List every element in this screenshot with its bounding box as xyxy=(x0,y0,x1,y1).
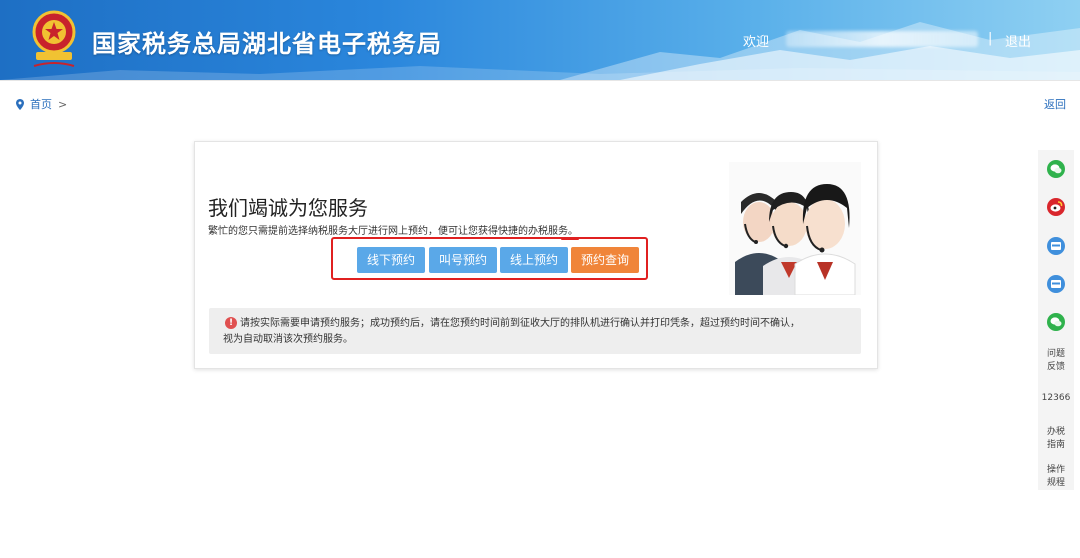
tax-emblem-logo xyxy=(32,10,76,67)
right-toolbar: 问题反馈 12366 办税指南 操作规程 xyxy=(1038,150,1074,490)
breadcrumb-home[interactable]: 首页 xyxy=(30,96,52,112)
customer-service-photo xyxy=(729,162,861,295)
app-icon[interactable] xyxy=(1047,237,1065,255)
app-icon-2[interactable] xyxy=(1047,275,1065,293)
offline-booking-button[interactable]: 线下预约 xyxy=(357,247,425,273)
site-title: 国家税务总局湖北省电子税务局 xyxy=(92,30,442,58)
card-title: 我们竭诚为您服务 xyxy=(208,196,368,220)
info-icon: ! xyxy=(225,317,237,329)
location-pin-icon xyxy=(16,98,24,110)
wechat-icon[interactable] xyxy=(1047,160,1065,178)
notice-line-2: 视为自动取消该次预约服务。 xyxy=(223,334,353,345)
feedback-link[interactable]: 问题反馈 xyxy=(1038,348,1074,374)
logout-link[interactable]: 退出 xyxy=(1005,31,1031,50)
site-header: 国家税务总局湖北省电子税务局 欢迎 | 退出 xyxy=(0,0,1080,80)
username-redacted xyxy=(786,31,978,47)
hotline-link[interactable]: 12366 xyxy=(1038,392,1074,405)
header-divider: | xyxy=(988,31,993,46)
notice-text: 请按实际需要申请预约服务；成功预约后，请在您预约时间前到征收大厅的排队机进行确认… xyxy=(223,316,852,348)
wechat-icon-2[interactable] xyxy=(1047,313,1065,331)
tax-guide-link[interactable]: 办税指南 xyxy=(1038,426,1074,452)
operation-rules-label: 操作规程 xyxy=(1046,465,1065,488)
back-link[interactable]: 返回 xyxy=(1044,96,1066,112)
booking-query-button[interactable]: 预约查询 xyxy=(571,247,639,273)
notice-box: ! 请按实际需要申请预约服务；成功预约后，请在您预约时间前到征收大厅的排队机进行… xyxy=(209,308,861,354)
tax-guide-label: 办税指南 xyxy=(1046,427,1065,450)
operation-rules-link[interactable]: 操作规程 xyxy=(1038,464,1074,490)
header-divider-line xyxy=(0,80,1080,81)
weibo-icon[interactable] xyxy=(1047,198,1065,216)
online-booking-button[interactable]: 线上预约 xyxy=(500,247,568,273)
card-description: 繁忙的您只需提前选择纳税服务大厅进行网上预约，便可让您获得快捷的办税服务。 xyxy=(208,226,578,237)
breadcrumb-separator: > xyxy=(58,97,68,111)
appointment-card: 我们竭诚为您服务 繁忙的您只需提前选择纳税服务大厅进行网上预约，便可让您获得快捷… xyxy=(194,141,878,369)
queue-booking-button[interactable]: 叫号预约 xyxy=(429,247,497,273)
notice-line-1: 请按实际需要申请预约服务；成功预约后，请在您预约时间前到征收大厅的排队机进行确认… xyxy=(240,318,800,329)
breadcrumb: 首页 > xyxy=(16,96,67,112)
feedback-label: 问题反馈 xyxy=(1046,349,1065,372)
welcome-text: 欢迎 xyxy=(743,35,770,50)
